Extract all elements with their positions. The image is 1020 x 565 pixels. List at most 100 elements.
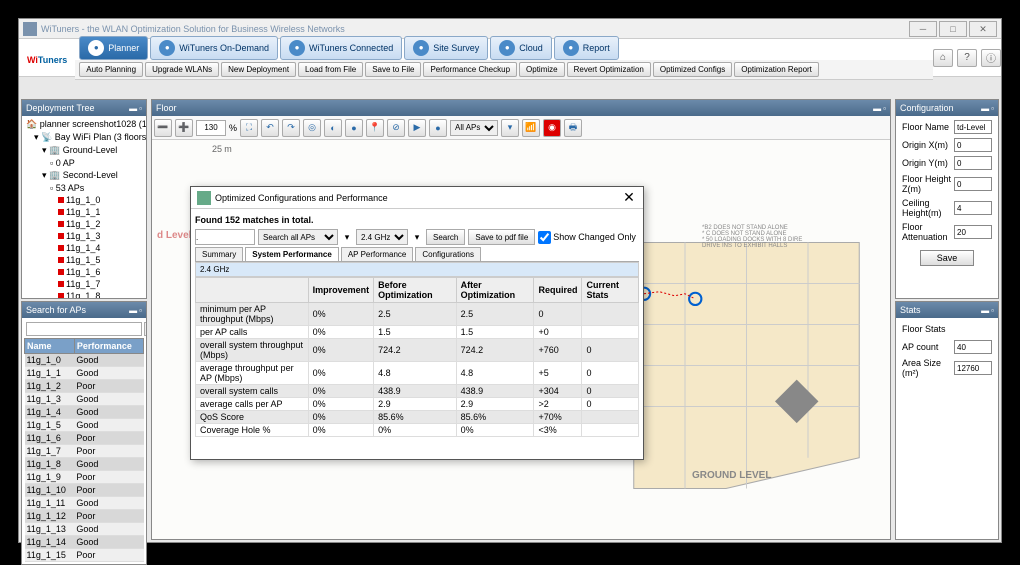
main-tab-report[interactable]: ●Report <box>554 36 619 60</box>
modal-tab-ap-performance[interactable]: AP Performance <box>341 247 414 261</box>
tree-ap[interactable]: 11g_1_3 <box>24 230 144 242</box>
tree-ap[interactable]: 11g_1_8 <box>24 290 144 298</box>
toolbar-load-from-file[interactable]: Load from File <box>298 62 363 77</box>
help-icon[interactable]: ? <box>957 49 977 67</box>
main-tab-planner[interactable]: ●Planner <box>79 36 148 60</box>
dock-icon[interactable]: ▫ <box>991 306 994 315</box>
tree-floor[interactable]: ▾ 🏢 Second-Level <box>24 169 144 182</box>
tree-root[interactable]: 🏠 planner screenshot1028 (1 site, 10 <box>24 118 144 131</box>
ap-search-scope-select[interactable]: Search all APs <box>144 322 146 336</box>
ap-search-input[interactable] <box>26 322 142 336</box>
collapse-icon[interactable]: ▬ <box>981 306 989 315</box>
collapse-icon[interactable]: ▬ <box>129 306 137 315</box>
ap-table-row[interactable]: 11g_1_8Good <box>25 458 144 471</box>
toolbar-auto-planning[interactable]: Auto Planning <box>79 62 143 77</box>
tree-ap[interactable]: 11g_1_5 <box>24 254 144 266</box>
tree-ap[interactable]: 11g_1_6 <box>24 266 144 278</box>
main-tab-wituners-on-demand[interactable]: ●WiTuners On-Demand <box>150 36 278 60</box>
ap-table-row[interactable]: 11g_1_0Good <box>25 354 144 367</box>
tree-floor[interactable]: ▾ 🏢 Ground-Level <box>24 144 144 157</box>
dock-icon[interactable]: ▫ <box>139 104 142 113</box>
main-tab-site-survey[interactable]: ●Site Survey <box>404 36 488 60</box>
tree-ap[interactable]: 11g_1_2 <box>24 218 144 230</box>
ap-table-row[interactable]: 11g_1_6Poor <box>25 432 144 445</box>
down-icon[interactable]: ▾ <box>501 119 519 137</box>
ap-table-row[interactable]: 11g_1_11Good <box>25 497 144 510</box>
stop-icon[interactable]: ⊘ <box>387 119 405 137</box>
modal-close-button[interactable]: ✕ <box>621 190 637 206</box>
maximize-button[interactable]: □ <box>939 21 967 37</box>
stat-input[interactable] <box>954 340 992 354</box>
tree-ap[interactable]: 11g_1_4 <box>24 242 144 254</box>
marker-icon[interactable]: 📍 <box>366 119 384 137</box>
ap-table-row[interactable]: 11g_1_1Good <box>25 367 144 380</box>
modal-tab-system-performance[interactable]: System Performance <box>245 247 339 261</box>
ap-table-row[interactable]: 11g_1_13Good <box>25 523 144 536</box>
layer-icon[interactable]: ◐ <box>324 119 342 137</box>
ap-table-header[interactable]: Performance <box>74 339 143 354</box>
cfg-input-ceiling-height-m-[interactable] <box>954 201 992 215</box>
modal-tab-configurations[interactable]: Configurations <box>415 247 481 261</box>
tree-ap[interactable]: 11g_1_7 <box>24 278 144 290</box>
tree-ap[interactable]: 11g_1_1 <box>24 206 144 218</box>
modal-search-scope[interactable]: Search all APs <box>258 229 338 245</box>
ap-table-row[interactable]: 11g_1_14Good <box>25 536 144 549</box>
toolbar-optimize[interactable]: Optimize <box>519 62 565 77</box>
ap-table-row[interactable]: 11g_1_5Good <box>25 419 144 432</box>
circle-icon[interactable]: ● <box>345 119 363 137</box>
toolbar-upgrade-wlans[interactable]: Upgrade WLANs <box>145 62 219 77</box>
redo-icon[interactable]: ↷ <box>282 119 300 137</box>
cfg-input-floor-attenuation[interactable] <box>954 225 992 239</box>
modal-search-input[interactable] <box>195 229 255 245</box>
dropdown-icon[interactable]: ▾ <box>411 232 423 243</box>
zoom-value-input[interactable] <box>196 120 226 136</box>
ap-table-row[interactable]: 11g_1_9Poor <box>25 471 144 484</box>
tree-floor-sub[interactable]: ▫ 53 APs <box>24 182 144 194</box>
zoom-in-icon[interactable]: ➕ <box>175 119 193 137</box>
dock-icon[interactable]: ▫ <box>883 104 886 113</box>
save-button[interactable]: Save <box>920 250 975 266</box>
tree-ap[interactable]: 11g_1_0 <box>24 194 144 206</box>
tree-plan[interactable]: ▾ 📡 Bay WiFi Plan (3 floors, 106 AP <box>24 131 144 144</box>
ap-table-row[interactable]: 11g_1_2Poor <box>25 380 144 393</box>
stat-input[interactable] <box>954 361 992 375</box>
ap-table-row[interactable]: 11g_1_15Poor <box>25 549 144 562</box>
close-button[interactable]: ✕ <box>969 21 997 37</box>
toolbar-save-to-file[interactable]: Save to File <box>365 62 421 77</box>
ap-table-row[interactable]: 11g_1_7Poor <box>25 445 144 458</box>
play-icon[interactable]: ▶ <box>408 119 426 137</box>
collapse-icon[interactable]: ▬ <box>873 104 881 113</box>
collapse-icon[interactable]: ▬ <box>129 104 137 113</box>
info-icon[interactable]: ⓘ <box>981 49 1001 67</box>
main-tab-wituners-connected[interactable]: ●WiTuners Connected <box>280 36 402 60</box>
minimize-button[interactable]: ─ <box>909 21 937 37</box>
toolbar-optimized-configs[interactable]: Optimized Configs <box>653 62 732 77</box>
ap-table-row[interactable]: 11g_1_10Poor <box>25 484 144 497</box>
cfg-input-origin-y-m-[interactable] <box>954 156 992 170</box>
collapse-icon[interactable]: ▬ <box>981 104 989 113</box>
toolbar-new-deployment[interactable]: New Deployment <box>221 62 296 77</box>
cfg-input-origin-x-m-[interactable] <box>954 138 992 152</box>
tree-floor-sub[interactable]: ▫ 0 AP <box>24 157 144 169</box>
cfg-input-floor-height-z-m-[interactable] <box>954 177 992 191</box>
dropdown-icon[interactable]: ▾ <box>341 232 353 243</box>
search-button[interactable]: Search <box>426 229 465 245</box>
ap-table-row[interactable]: 11g_1_4Good <box>25 406 144 419</box>
zoom-fit-icon[interactable]: ⛶ <box>240 119 258 137</box>
print-icon[interactable]: 🖶 <box>564 119 582 137</box>
heatmap-icon[interactable]: ◉ <box>543 119 561 137</box>
toolbar-revert-optimization[interactable]: Revert Optimization <box>567 62 651 77</box>
show-changed-only-checkbox[interactable]: Show Changed Only <box>538 231 636 244</box>
ap-table-header[interactable]: Name <box>25 339 75 354</box>
home-icon[interactable]: ⌂ <box>933 49 953 67</box>
frequency-select[interactable]: 2.4 GHz <box>356 229 408 245</box>
aps-filter-select[interactable]: All APs <box>450 120 498 136</box>
save-pdf-button[interactable]: Save to pdf file <box>468 229 535 245</box>
dock-icon[interactable]: ▫ <box>991 104 994 113</box>
target-icon[interactable]: ◎ <box>303 119 321 137</box>
undo-icon[interactable]: ↶ <box>261 119 279 137</box>
toolbar-optimization-report[interactable]: Optimization Report <box>734 62 819 77</box>
ap-icon[interactable]: 📶 <box>522 119 540 137</box>
modal-tab-summary[interactable]: Summary <box>195 247 243 261</box>
dot-icon[interactable]: ● <box>429 119 447 137</box>
